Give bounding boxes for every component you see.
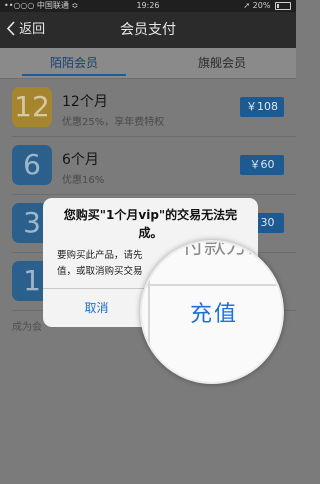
membership-tabs: 陌陌会员 旗舰会员: [0, 48, 296, 79]
price-button[interactable]: ￥108: [240, 97, 284, 117]
location-icon: ➚: [243, 1, 251, 10]
active-tab-indicator: [22, 74, 126, 76]
battery-icon: [275, 1, 291, 10]
list-item[interactable]: 6 6个月 优惠16% ￥60: [0, 137, 296, 195]
footer-note: 成为会: [12, 322, 42, 333]
magnifier-lens: 付款方式 充值: [140, 240, 284, 384]
battery-percent: 20%: [252, 1, 271, 10]
magnified-button-divider: [148, 242, 150, 382]
list-item[interactable]: 12 12个月 优惠25%，享年费特权 ￥108: [0, 79, 296, 137]
product-title: 12个月: [62, 94, 108, 110]
alert-title: 您购买"1个月vip"的交易无法完成。: [63, 208, 238, 240]
duration-badge: 12: [12, 87, 52, 127]
navigation-bar: 返回 会员支付: [0, 12, 296, 48]
price-button[interactable]: ￥60: [240, 155, 284, 175]
product-subtitle: 优惠25%，享年费特权: [62, 117, 165, 128]
magnified-background-text: 付款方式: [182, 240, 271, 259]
status-bar: ••○○○ 中国联通 ≎ 19:26 ➚ 20%: [0, 0, 296, 12]
product-subtitle: 优惠16%: [62, 175, 105, 186]
magnified-divider: [142, 284, 282, 286]
tab-flagship-member[interactable]: 旗舰会员: [148, 48, 296, 78]
battery-indicator: ➚ 20%: [243, 0, 291, 12]
page-title: 会员支付: [120, 22, 176, 38]
duration-badge: 6: [12, 145, 52, 185]
magnified-recharge-button[interactable]: 充值: [164, 296, 264, 328]
cancel-button[interactable]: 取消: [43, 289, 150, 327]
product-title: 6个月: [62, 152, 99, 168]
